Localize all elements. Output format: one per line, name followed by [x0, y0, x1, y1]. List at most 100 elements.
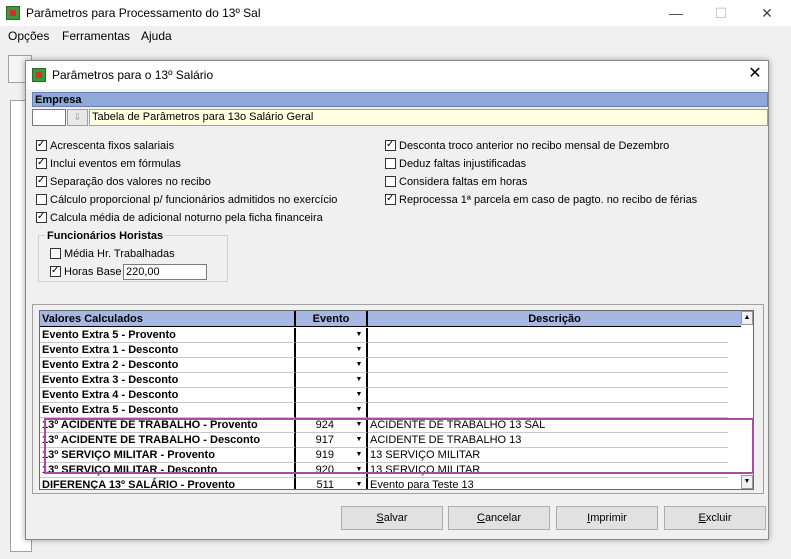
- header-evento[interactable]: Evento: [296, 311, 368, 327]
- salvar-label: alvar: [383, 512, 408, 524]
- menu-ferramentas[interactable]: Ferramentas: [62, 29, 130, 43]
- dialog-title: Parâmetros para o 13º Salário: [52, 68, 214, 82]
- empresa-lookup-button[interactable]: ⇩: [67, 109, 88, 126]
- horas-base-option[interactable]: Horas Base: [50, 264, 122, 281]
- excluir-label: xcluir: [705, 512, 732, 524]
- empresa-name-field: Tabela de Parâmetros para 13o Salário Ge…: [89, 109, 768, 126]
- chevron-down-icon[interactable]: ▼: [354, 360, 364, 370]
- left-label-2: Separação dos valores no recibo: [50, 176, 211, 188]
- empresa-header: Empresa: [32, 92, 768, 107]
- menu-ajuda[interactable]: Ajuda: [141, 29, 172, 43]
- table-row[interactable]: Evento Extra 1 - Desconto ▼: [40, 343, 753, 358]
- horistas-title: Funcionários Horistas: [45, 230, 166, 242]
- right-label-1: Deduz faltas injustificadas: [399, 158, 527, 170]
- right-option-1[interactable]: Deduz faltas injustificadas: [385, 157, 526, 173]
- right-label-0: Desconta troco anterior no recibo mensal…: [399, 140, 670, 152]
- highlight-box: [44, 418, 754, 474]
- right-checkbox-3[interactable]: [385, 192, 396, 206]
- left-label-1: Inclui eventos em fórmulas: [50, 158, 181, 170]
- horas-base-input[interactable]: 220,00: [123, 264, 207, 280]
- imprimir-button[interactable]: Imprimir: [556, 506, 658, 530]
- close-button[interactable]: ✕: [757, 4, 777, 22]
- cell-evento[interactable]: ▼: [296, 343, 368, 358]
- cell-evento[interactable]: ▼: [296, 358, 368, 373]
- cancelar-button[interactable]: Cancelar: [448, 506, 550, 530]
- cell-evento[interactable]: ▼: [296, 388, 368, 403]
- scroll-up-icon[interactable]: ▲: [741, 311, 753, 325]
- cell-evento[interactable]: 511 ▼: [296, 478, 368, 489]
- salvar-button[interactable]: Salvar: [341, 506, 443, 530]
- media-hr-option[interactable]: Média Hr. Trabalhadas: [50, 247, 175, 263]
- cell-descricao: [368, 403, 728, 418]
- main-titlebar: Parâmetros para Processamento do 13º Sal…: [0, 0, 791, 26]
- right-option-3[interactable]: Reprocessa 1ª parcela em caso de pagto. …: [385, 192, 698, 209]
- left-option-0[interactable]: Acrescenta fixos salariais: [36, 138, 175, 155]
- table-row[interactable]: Evento Extra 3 - Desconto ▼: [40, 373, 753, 388]
- cell-valor: DIFERENÇA 13º SALÁRIO - Provento: [40, 478, 296, 489]
- cell-descricao: [368, 343, 728, 358]
- cell-evento[interactable]: ▼: [296, 403, 368, 418]
- cell-descricao: Evento para Teste 13: [368, 478, 728, 489]
- left-checkbox-2[interactable]: [36, 174, 47, 188]
- left-label-3: Cálculo proporcional p/ funcionários adm…: [50, 194, 338, 206]
- cell-descricao: [368, 373, 728, 388]
- chevron-down-icon[interactable]: ▼: [354, 390, 364, 400]
- left-option-1[interactable]: Inclui eventos em fórmulas: [36, 156, 181, 173]
- table-row[interactable]: Evento Extra 5 - Provento ▼: [40, 328, 753, 343]
- parametros-dialog: Parâmetros para o 13º Salário ✕ Empresa …: [25, 60, 769, 540]
- left-checkbox-4[interactable]: [36, 210, 47, 224]
- right-option-2[interactable]: Considera faltas em horas: [385, 175, 527, 191]
- right-option-0[interactable]: Desconta troco anterior no recibo mensal…: [385, 138, 670, 155]
- cell-valor: Evento Extra 4 - Desconto: [40, 388, 296, 403]
- app-icon: [6, 6, 20, 20]
- media-hr-label: Média Hr. Trabalhadas: [64, 248, 175, 260]
- menu-bar: Opções Ferramentas Ajuda: [0, 26, 791, 46]
- cell-valor: Evento Extra 5 - Provento: [40, 328, 296, 343]
- right-checkbox-1[interactable]: [385, 158, 396, 169]
- right-label-3: Reprocessa 1ª parcela em caso de pagto. …: [399, 194, 698, 206]
- window-title: Parâmetros para Processamento do 13º Sal: [26, 6, 261, 20]
- scroll-down-icon[interactable]: ▼: [741, 475, 753, 489]
- imprimir-label: mprimir: [590, 512, 627, 524]
- chevron-down-icon[interactable]: ▼: [354, 330, 364, 340]
- dialog-icon: [32, 68, 46, 82]
- header-valores[interactable]: Valores Calculados: [40, 311, 296, 327]
- left-option-4[interactable]: Calcula média de adicional noturno pela …: [36, 210, 323, 227]
- chevron-down-icon[interactable]: ▼: [354, 480, 364, 489]
- cell-descricao: [368, 388, 728, 403]
- left-label-0: Acrescenta fixos salariais: [50, 140, 175, 152]
- horas-base-label: Horas Base: [64, 266, 122, 278]
- media-hr-checkbox[interactable]: [50, 248, 61, 259]
- left-checkbox-3[interactable]: [36, 194, 47, 205]
- cell-valor: Evento Extra 3 - Desconto: [40, 373, 296, 388]
- right-checkbox-0[interactable]: [385, 138, 396, 152]
- table-row[interactable]: Evento Extra 5 - Desconto ▼: [40, 403, 753, 418]
- chevron-down-icon[interactable]: ▼: [354, 375, 364, 385]
- excluir-button[interactable]: Excluir: [664, 506, 766, 530]
- left-label-4: Calcula média de adicional noturno pela …: [50, 212, 323, 224]
- left-option-3[interactable]: Cálculo proporcional p/ funcionários adm…: [36, 193, 337, 209]
- cell-valor: Evento Extra 2 - Desconto: [40, 358, 296, 373]
- table-row[interactable]: DIFERENÇA 13º SALÁRIO - Provento 511 ▼ Even…: [40, 478, 753, 489]
- chevron-down-icon[interactable]: ▼: [354, 345, 364, 355]
- right-checkbox-2[interactable]: [385, 176, 396, 187]
- left-checkbox-1[interactable]: [36, 156, 47, 170]
- chevron-down-icon[interactable]: ▼: [354, 405, 364, 415]
- maximize-button[interactable]: ☐: [711, 4, 731, 22]
- cell-descricao: [368, 328, 728, 343]
- cell-valor: Evento Extra 1 - Desconto: [40, 343, 296, 358]
- dialog-close-icon[interactable]: ✕: [746, 65, 764, 83]
- empresa-code-input[interactable]: [32, 109, 66, 126]
- header-descricao[interactable]: Descrição: [368, 311, 741, 327]
- cancelar-label: ancelar: [484, 512, 522, 524]
- cell-evento[interactable]: ▼: [296, 328, 368, 343]
- table-row[interactable]: Evento Extra 4 - Desconto ▼: [40, 388, 753, 403]
- menu-opcoes[interactable]: Opções: [8, 29, 49, 43]
- minimize-button[interactable]: —: [666, 4, 686, 22]
- cell-evento[interactable]: ▼: [296, 373, 368, 388]
- table-row[interactable]: Evento Extra 2 - Desconto ▼: [40, 358, 753, 373]
- horas-base-checkbox[interactable]: [50, 264, 61, 278]
- dialog-titlebar: Parâmetros para o 13º Salário ✕: [26, 61, 768, 89]
- left-option-2[interactable]: Separação dos valores no recibo: [36, 174, 211, 191]
- left-checkbox-0[interactable]: [36, 138, 47, 152]
